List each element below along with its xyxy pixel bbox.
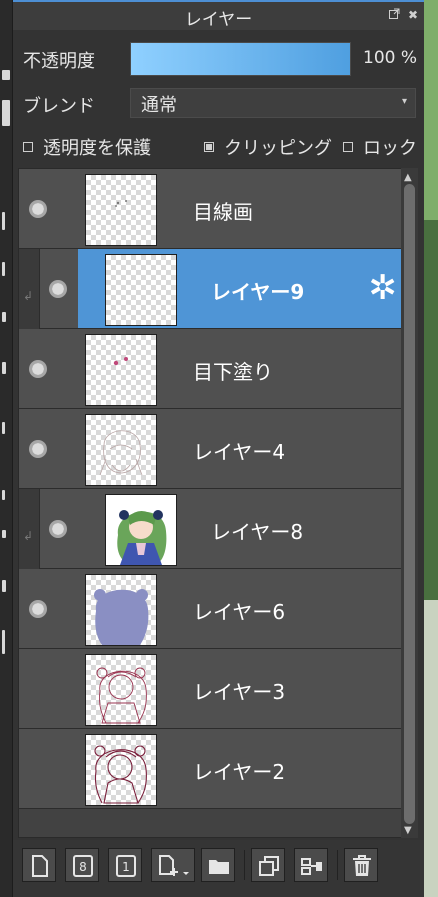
- toolbar-separator: [244, 850, 245, 880]
- checkbox-box: [23, 142, 33, 152]
- layer-name: レイヤー8: [211, 520, 304, 544]
- tool-strip: [0, 0, 13, 897]
- layer-name: レイヤー2: [193, 760, 286, 784]
- canvas-edge: [424, 0, 438, 897]
- blend-mode-select[interactable]: 通常 ▾: [130, 88, 416, 118]
- clipping-label: クリッピング: [224, 138, 332, 159]
- lock-label: ロック: [363, 138, 417, 159]
- canvas-fragment: [424, 220, 438, 600]
- chevron-down-icon: ▾: [401, 96, 407, 107]
- layer-name: 目下塗り: [193, 360, 273, 384]
- clip-arrow-icon: ↲: [23, 529, 34, 543]
- layer-row[interactable]: 目下塗り: [19, 329, 401, 409]
- visibility-toggle-icon[interactable]: [29, 440, 47, 458]
- layer-thumbnail: [85, 174, 157, 246]
- layer-row-selected[interactable]: ↲ レイヤー9 ✲: [19, 249, 401, 329]
- layer-name: レイヤー4: [193, 440, 286, 464]
- lock-checkbox[interactable]: ロック: [343, 134, 417, 160]
- panel-titlebar: レイヤー ✖: [13, 0, 424, 30]
- layer-row[interactable]: レイヤー3: [19, 649, 401, 729]
- layer-thumbnail: [85, 574, 157, 646]
- protect-alpha-label: 透明度を保護: [43, 138, 151, 159]
- tool-mark: [2, 530, 6, 538]
- delete-layer-icon[interactable]: [344, 848, 378, 882]
- duplicate-layer-icon[interactable]: [251, 848, 285, 882]
- close-icon[interactable]: ✖: [408, 8, 418, 22]
- new-1bit-layer-icon[interactable]: 1: [108, 848, 142, 882]
- new-8bit-label: 8: [79, 860, 87, 874]
- layer-thumbnail: [85, 734, 157, 806]
- checkbox-box: [343, 142, 353, 152]
- opacity-label: 不透明度: [23, 51, 95, 72]
- visibility-toggle-icon[interactable]: [29, 360, 47, 378]
- tool-mark: [2, 100, 10, 126]
- layer-row[interactable]: レイヤー2: [19, 729, 401, 809]
- opacity-slider[interactable]: [130, 42, 351, 76]
- layer-name: レイヤー9: [211, 280, 305, 304]
- layer-list: 目線画 ↲ レイヤー9 ✲ 目下塗り レイヤー4 ↲ レイヤー8 レイヤー6 レ…: [18, 168, 402, 838]
- tool-mark: [2, 312, 6, 322]
- canvas-fragment: [424, 600, 438, 897]
- visibility-toggle-icon[interactable]: [29, 600, 47, 618]
- new-layer-icon[interactable]: [22, 848, 56, 882]
- clipping-checkbox[interactable]: クリッピング: [204, 134, 332, 160]
- gear-icon[interactable]: ✲: [369, 271, 398, 305]
- blend-mode-value: 通常: [141, 95, 177, 116]
- layer-row[interactable]: ↲ レイヤー8: [19, 489, 401, 569]
- blend-label: ブレンド: [23, 96, 95, 117]
- toolbar-separator: [337, 850, 338, 880]
- layer-thumbnail: [105, 494, 177, 566]
- scrollbar-thumb[interactable]: [404, 184, 415, 824]
- layer-row[interactable]: レイヤー6: [19, 569, 401, 649]
- protect-alpha-checkbox[interactable]: 透明度を保護: [23, 134, 151, 160]
- layer-thumbnail: [85, 334, 157, 406]
- tool-mark: [2, 422, 5, 434]
- tool-mark: [2, 630, 5, 654]
- layer-name: レイヤー6: [193, 600, 286, 624]
- opacity-value: 100 %: [363, 48, 418, 68]
- tool-mark: [2, 70, 10, 80]
- tool-mark: [2, 490, 5, 500]
- tool-mark: [2, 212, 5, 230]
- clip-indent: ↲: [19, 249, 40, 329]
- new-folder-icon[interactable]: [201, 848, 235, 882]
- clip-arrow-icon: ↲: [23, 289, 34, 303]
- layer-thumbnail: [105, 254, 177, 326]
- clip-indent: ↲: [19, 489, 40, 569]
- merge-layer-icon[interactable]: [294, 848, 328, 882]
- layer-thumbnail: [85, 414, 157, 486]
- tool-mark: [2, 262, 5, 276]
- visibility-toggle-icon[interactable]: [49, 520, 67, 538]
- layer-row[interactable]: 目線画: [19, 169, 401, 249]
- new-8bit-layer-icon[interactable]: 8: [65, 848, 99, 882]
- layer-thumbnail: [85, 654, 157, 726]
- layer-name: レイヤー3: [193, 680, 286, 704]
- panel-title: レイヤー: [184, 10, 253, 30]
- scroll-down-icon[interactable]: ▼: [404, 825, 412, 836]
- layer-name: 目線画: [193, 200, 253, 224]
- opacity-slider-fill: [131, 43, 350, 75]
- layer-panel: レイヤー ✖ 不透明度 100 % ブレンド 通常 ▾ 透明度を保護 クリッピン…: [13, 0, 424, 897]
- tool-mark: [2, 362, 6, 374]
- canvas-fragment: [424, 0, 438, 220]
- checkbox-box: [204, 142, 214, 152]
- tool-mark: [2, 580, 6, 592]
- add-layer-menu-icon[interactable]: [151, 848, 195, 882]
- visibility-toggle-icon[interactable]: [29, 200, 47, 218]
- layer-list-scrollbar[interactable]: ▲ ▼: [401, 168, 418, 838]
- new-1bit-label: 1: [122, 860, 130, 874]
- layer-toolbar: 8 1: [13, 840, 424, 897]
- visibility-toggle-icon[interactable]: [49, 280, 67, 298]
- pop-out-icon[interactable]: [389, 8, 400, 22]
- scroll-up-icon[interactable]: ▲: [404, 172, 412, 183]
- layer-row[interactable]: レイヤー4: [19, 409, 401, 489]
